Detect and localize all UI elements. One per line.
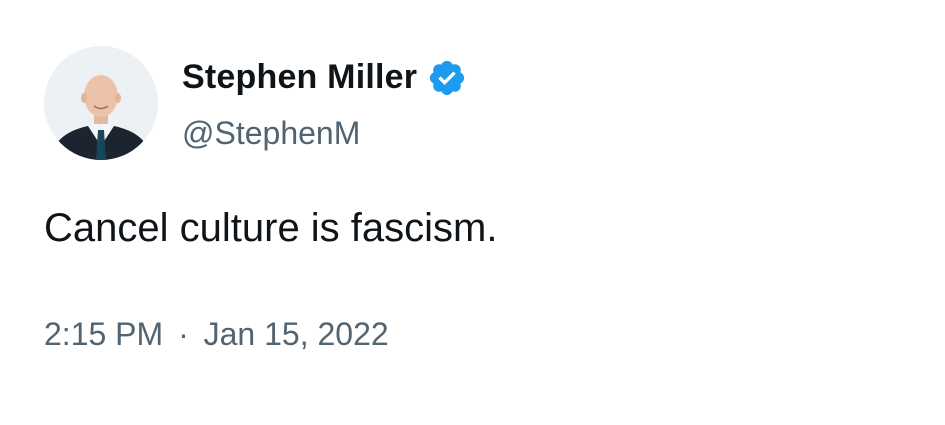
profile-photo bbox=[44, 46, 158, 160]
author-display-name[interactable]: Stephen Miller bbox=[182, 58, 417, 97]
tweet-header: Stephen Miller @StephenM bbox=[44, 44, 467, 162]
tweet-card: Stephen Miller @StephenM Cancel culture … bbox=[0, 0, 945, 425]
avatar[interactable] bbox=[44, 46, 158, 160]
tweet-text: Cancel culture is fascism. bbox=[44, 206, 498, 250]
tweet-timestamp[interactable]: 2:15 PM · Jan 15, 2022 bbox=[44, 316, 389, 353]
tweet-time: 2:15 PM bbox=[44, 316, 164, 352]
author-handle[interactable]: @StephenM bbox=[182, 115, 467, 152]
name-row: Stephen Miller bbox=[182, 55, 467, 101]
author-names: Stephen Miller @StephenM bbox=[182, 55, 467, 152]
verified-badge-icon[interactable] bbox=[427, 58, 467, 98]
separator-dot: · bbox=[178, 316, 189, 352]
tweet-date: Jan 15, 2022 bbox=[203, 316, 389, 352]
